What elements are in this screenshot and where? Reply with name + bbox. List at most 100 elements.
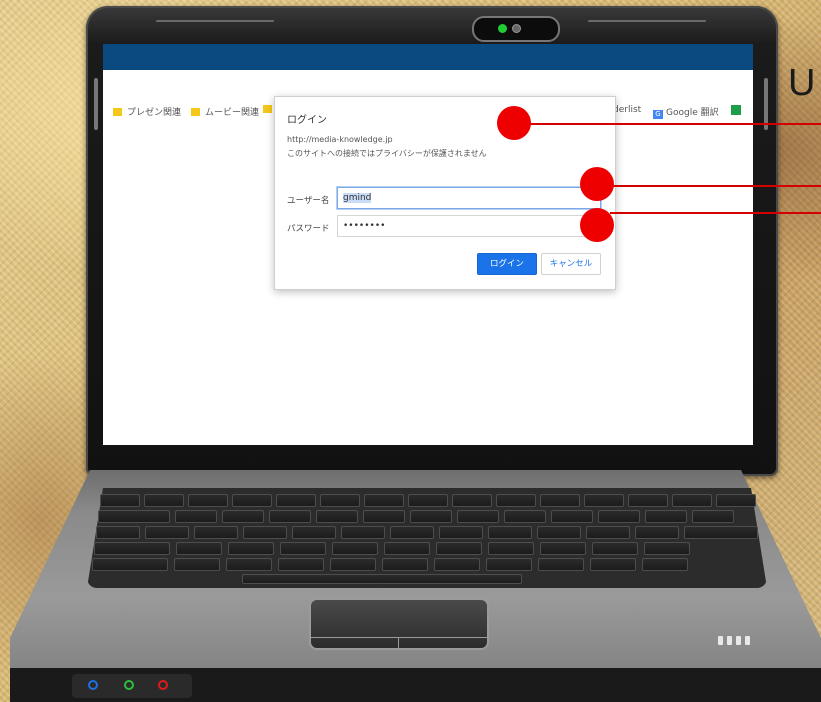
keyboard-key[interactable]	[100, 494, 140, 507]
keyboard-key[interactable]	[222, 510, 264, 523]
keyboard-key[interactable]	[488, 542, 534, 555]
status-leds	[718, 630, 754, 649]
bookmark-derlist[interactable]: derlist	[613, 105, 641, 115]
touchpad[interactable]	[309, 598, 489, 650]
dialog-url: http://media-knowledge.jp	[287, 135, 393, 144]
audio-port-blue-icon	[88, 680, 98, 690]
keyboard-key[interactable]	[496, 494, 536, 507]
keyboard-key[interactable]	[537, 526, 581, 539]
space-bar[interactable]	[242, 574, 522, 584]
keyboard-key[interactable]	[457, 510, 499, 523]
keyboard-keys	[92, 492, 762, 586]
keyboard-key[interactable]	[635, 526, 679, 539]
annotation-marker-username	[580, 167, 614, 201]
status-led-icon	[727, 636, 732, 645]
keyboard-key[interactable]	[586, 526, 630, 539]
bookmark-presentation[interactable]: プレゼン関連	[113, 105, 181, 118]
keyboard-key[interactable]	[672, 494, 712, 507]
keyboard-key[interactable]	[364, 494, 404, 507]
status-led-icon	[718, 636, 723, 645]
lid-edge-left	[94, 78, 98, 130]
keyboard-key[interactable]	[684, 526, 758, 539]
bookmark-google-translate[interactable]: G Google 翻訳	[653, 105, 719, 119]
bookmark-movie[interactable]: ムービー関連	[191, 105, 259, 118]
keyboard-key[interactable]	[434, 558, 480, 571]
login-button[interactable]: ログイン	[477, 253, 537, 275]
keyboard-key[interactable]	[584, 494, 624, 507]
keyboard-key[interactable]	[590, 558, 636, 571]
keyboard-key[interactable]	[175, 510, 217, 523]
status-led-icon	[736, 636, 741, 645]
keyboard-key[interactable]	[243, 526, 287, 539]
cancel-button[interactable]: キャンセル	[541, 253, 601, 275]
keyboard-key[interactable]	[628, 494, 668, 507]
keyboard-key[interactable]	[551, 510, 593, 523]
browser-screen: プレゼン関連 ムービー関連 derlist G Google 翻訳 ログイン ht…	[103, 44, 753, 445]
keyboard-key[interactable]	[96, 526, 140, 539]
keyboard-key[interactable]	[439, 526, 483, 539]
keyboard-key[interactable]	[194, 526, 238, 539]
keyboard-key[interactable]	[436, 542, 482, 555]
keyboard-key[interactable]	[292, 526, 336, 539]
keyboard-key[interactable]	[341, 526, 385, 539]
keyboard-key[interactable]	[592, 542, 638, 555]
green-sheet-icon	[731, 105, 741, 115]
login-dialog: ログイン http://media-knowledge.jp このサイトへの接続…	[274, 96, 616, 290]
keyboard-key[interactable]	[390, 526, 434, 539]
keyboard-key[interactable]	[410, 510, 452, 523]
bookmark-green[interactable]	[731, 105, 741, 117]
keyboard-key[interactable]	[363, 510, 405, 523]
keyboard-key[interactable]	[452, 494, 492, 507]
keyboard-key[interactable]	[98, 510, 170, 523]
keyboard-key[interactable]	[92, 558, 168, 571]
username-input[interactable]: gmind	[337, 187, 601, 209]
keyboard-key[interactable]	[598, 510, 640, 523]
keyboard-key[interactable]	[226, 558, 272, 571]
keyboard-key[interactable]	[538, 558, 584, 571]
keyboard-key[interactable]	[692, 510, 734, 523]
username-label: ユーザー名	[287, 196, 330, 206]
keyboard-key[interactable]	[716, 494, 756, 507]
webcam-lens-icon	[512, 24, 521, 33]
keyboard-key[interactable]	[540, 494, 580, 507]
folder-icon	[113, 108, 122, 116]
password-value: ••••••••	[343, 221, 386, 231]
webcam-led-icon	[498, 24, 507, 33]
keyboard-key[interactable]	[316, 510, 358, 523]
keyboard-key[interactable]	[332, 542, 378, 555]
keyboard-key[interactable]	[94, 542, 170, 555]
keyboard-key[interactable]	[504, 510, 546, 523]
folder-icon	[263, 105, 272, 113]
keyboard-key[interactable]	[188, 494, 228, 507]
keyboard-key[interactable]	[278, 558, 324, 571]
keyboard-key[interactable]	[269, 510, 311, 523]
dialog-title: ログイン	[287, 115, 327, 126]
keyboard-key[interactable]	[488, 526, 532, 539]
keyboard-key[interactable]	[642, 558, 688, 571]
keyboard-key[interactable]	[174, 558, 220, 571]
keyboard-key[interactable]	[228, 542, 274, 555]
password-input[interactable]: ••••••••	[337, 215, 601, 237]
annotation-leader-username	[610, 185, 821, 187]
keyboard-key[interactable]	[276, 494, 316, 507]
keyboard-key[interactable]	[540, 542, 586, 555]
keyboard-key[interactable]	[408, 494, 448, 507]
keyboard-key[interactable]	[330, 558, 376, 571]
keyboard-key[interactable]	[320, 494, 360, 507]
keyboard-key[interactable]	[145, 526, 189, 539]
audio-port-red-icon	[158, 680, 168, 690]
keyboard-key[interactable]	[645, 510, 687, 523]
keyboard-key[interactable]	[382, 558, 428, 571]
keyboard-key[interactable]	[384, 542, 430, 555]
keyboard-key[interactable]	[176, 542, 222, 555]
keyboard-key[interactable]	[144, 494, 184, 507]
keyboard-key[interactable]	[486, 558, 532, 571]
status-led-icon	[745, 636, 750, 645]
annotation-leader-password	[610, 212, 821, 214]
annotation-marker-password	[580, 208, 614, 242]
keyboard-key[interactable]	[644, 542, 690, 555]
lid-accent-right	[588, 20, 706, 22]
keyboard-key[interactable]	[280, 542, 326, 555]
keyboard-key[interactable]	[232, 494, 272, 507]
audio-port-green-icon	[124, 680, 134, 690]
